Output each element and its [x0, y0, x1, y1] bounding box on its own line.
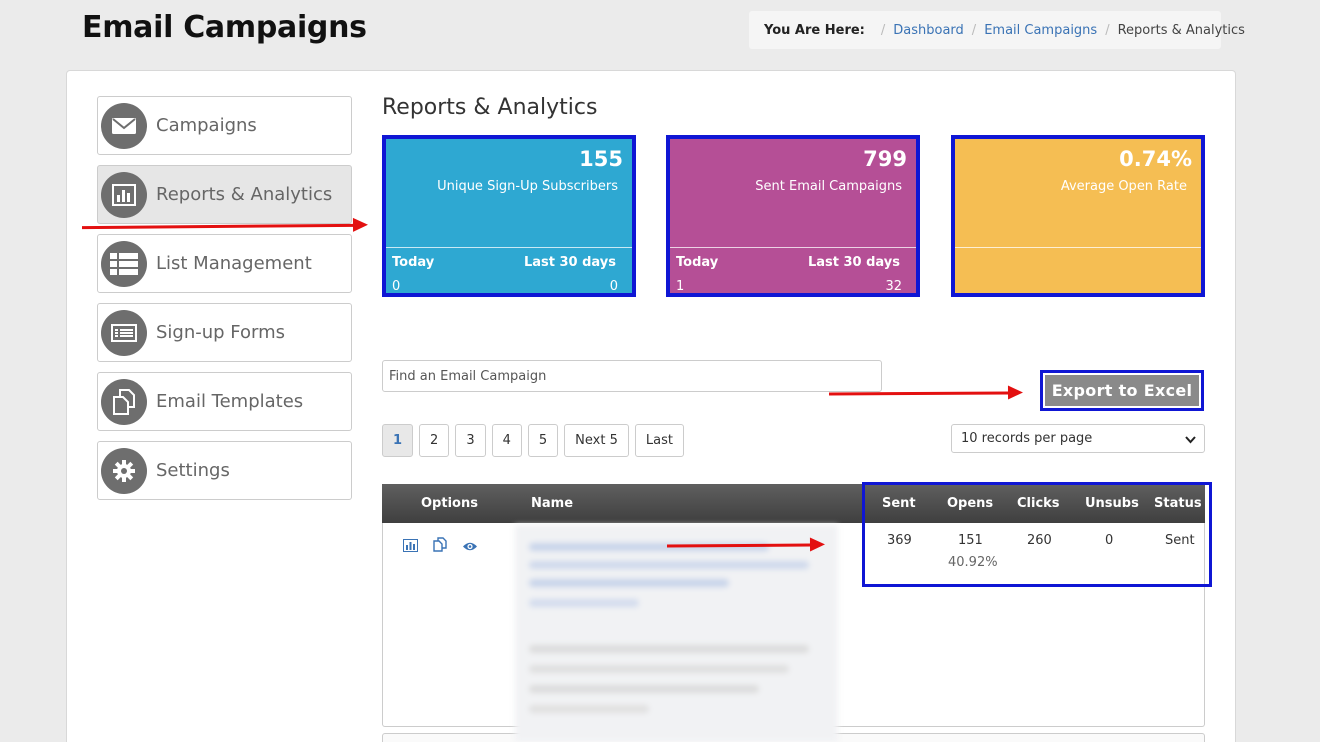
breadcrumb-separator: / — [971, 22, 977, 38]
stat-last30-value: 0 — [609, 279, 618, 294]
breadcrumb-dashboard-link[interactable]: Dashboard — [893, 23, 964, 38]
stats-columns-highlight — [862, 482, 1212, 587]
sidebar-item-label: Sign-up Forms — [156, 322, 286, 343]
form-icon — [101, 309, 147, 356]
chevron-down-icon — [1185, 433, 1196, 448]
breadcrumb-label: You Are Here: — [764, 22, 865, 38]
stat-today-label: Today — [392, 255, 435, 270]
pagination: 1 2 3 4 5 Next 5 Last — [382, 424, 690, 457]
stat-card-subscribers: 155 Unique Sign-Up Subscribers Today Las… — [382, 135, 636, 297]
stat-value: 155 — [579, 147, 623, 171]
stat-caption: Average Open Rate — [1060, 179, 1187, 194]
report-icon[interactable] — [403, 537, 418, 556]
last-page-button[interactable]: Last — [634, 424, 684, 457]
sidebar-item-reports[interactable]: Reports & Analytics — [97, 165, 352, 224]
stat-last30-label: Last 30 days — [523, 255, 616, 270]
stat-card-body: 155 Unique Sign-Up Subscribers Today Las… — [386, 139, 632, 294]
column-header-name[interactable]: Name — [531, 496, 573, 511]
stat-last30-label: Last 30 days — [807, 255, 900, 270]
page-button[interactable]: 4 — [491, 424, 522, 457]
sidebar-item-settings[interactable]: Settings — [97, 441, 352, 500]
sidebar-item-campaigns[interactable]: Campaigns — [97, 96, 352, 155]
next-5-button[interactable]: Next 5 — [564, 424, 629, 457]
sidebar-item-label: List Management — [156, 253, 312, 274]
page-button[interactable]: 2 — [419, 424, 450, 457]
breadcrumb-email-campaigns-link[interactable]: Email Campaigns — [984, 23, 1097, 38]
stat-value: 799 — [863, 147, 907, 171]
stat-caption: Sent Email Campaigns — [755, 179, 902, 194]
breadcrumb-separator: / — [880, 22, 886, 38]
stat-today-value: 1 — [676, 279, 685, 294]
stat-divider — [955, 247, 1201, 248]
sidebar-item-label: Campaigns — [156, 115, 257, 136]
sidebar: Campaigns Reports & Analytics List Manag… — [97, 96, 352, 510]
records-per-page-value: 10 records per page — [961, 431, 1093, 446]
page-button[interactable]: 3 — [455, 424, 486, 457]
stat-last30-value: 32 — [885, 279, 902, 294]
stat-caption: Unique Sign-Up Subscribers — [437, 179, 618, 194]
copy-icon — [101, 378, 147, 425]
stat-value: 0.74% — [1119, 147, 1192, 171]
sidebar-item-signup-forms[interactable]: Sign-up Forms — [97, 303, 352, 362]
export-to-excel-button[interactable]: Export to Excel — [1045, 375, 1199, 406]
page-title: Email Campaigns — [82, 10, 367, 45]
stat-today-value: 0 — [392, 279, 401, 294]
redacted-campaign-name — [515, 525, 838, 742]
breadcrumb-separator: / — [1105, 22, 1110, 38]
sidebar-item-label: Reports & Analytics — [156, 184, 333, 205]
stat-card-sent-campaigns: 799 Sent Email Campaigns Today Last 30 d… — [666, 135, 920, 297]
bar-chart-icon — [101, 171, 147, 218]
eye-icon[interactable] — [462, 537, 478, 556]
stat-divider — [670, 247, 916, 248]
records-per-page-select[interactable]: 10 records per page — [951, 424, 1205, 453]
page-button[interactable]: 1 — [382, 424, 414, 457]
envelope-icon — [101, 102, 147, 149]
section-title: Reports & Analytics — [382, 95, 598, 120]
sidebar-item-label: Email Templates — [156, 391, 304, 412]
export-highlight: Export to Excel — [1040, 370, 1204, 411]
gear-icon — [101, 447, 147, 494]
stat-card-open-rate: 0.74% Average Open Rate — [951, 135, 1205, 297]
breadcrumb-current: Reports & Analytics — [1117, 22, 1245, 38]
sidebar-item-label: Settings — [156, 460, 230, 481]
stat-today-label: Today — [676, 255, 719, 270]
breadcrumb: You Are Here: / Dashboard / Email Campai… — [749, 11, 1245, 49]
column-header-options: Options — [421, 496, 478, 511]
search-input[interactable] — [382, 360, 882, 392]
page-button[interactable]: 5 — [527, 424, 559, 457]
stat-divider — [386, 247, 632, 248]
stat-card-body: 799 Sent Email Campaigns Today Last 30 d… — [670, 139, 916, 294]
sidebar-item-email-templates[interactable]: Email Templates — [97, 372, 352, 431]
sidebar-item-list-management[interactable]: List Management — [97, 234, 352, 293]
copy-icon[interactable] — [433, 537, 447, 556]
list-icon — [101, 240, 147, 287]
stat-card-body: 0.74% Average Open Rate — [955, 139, 1201, 293]
